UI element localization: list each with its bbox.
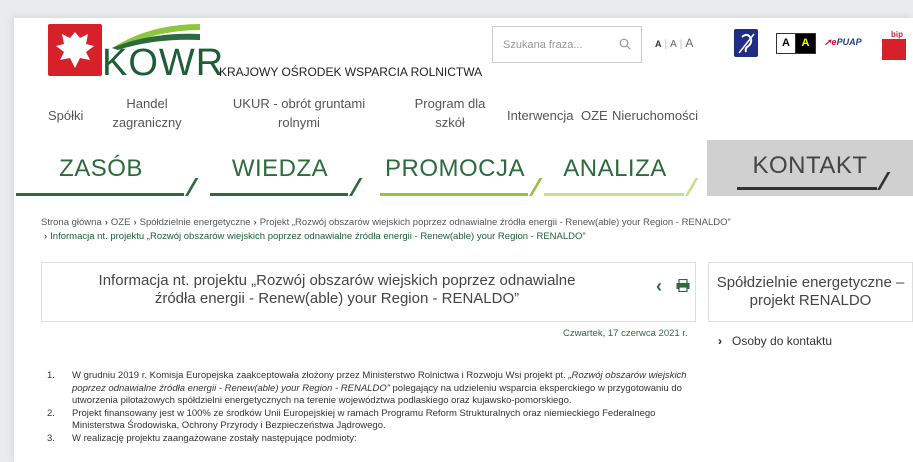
nav-item-interwencja[interactable]: Interwencja [507, 106, 573, 125]
tab-analiza-label: ANALIZA [563, 155, 667, 182]
chevron-right-icon: › [44, 231, 48, 242]
font-size-switcher: A | A | A [655, 36, 694, 50]
organization-name: KRAJOWY OŚRODEK WSPARCIA ROLNICTWA [219, 65, 483, 79]
bip-label: bip [882, 30, 906, 39]
tab-wiedza[interactable]: WIEDZA [210, 148, 363, 196]
tab-kontakt-label: KONTAKT [752, 152, 868, 179]
font-size-small[interactable]: A [655, 39, 662, 49]
tab-promocja-label: PROMOCJA [384, 155, 525, 182]
contrast-normal-button[interactable]: A [777, 34, 796, 53]
nav-item-program-dla-szkol[interactable]: Program dla szkół [408, 94, 492, 132]
nav-item-spolki[interactable]: Spółki [48, 106, 83, 125]
contrast-high-button[interactable]: A [796, 34, 815, 53]
search-box [492, 26, 642, 63]
back-arrow-icon[interactable]: ‹ [656, 276, 662, 297]
nav-item-nieruchomosci[interactable]: Nieruchomości [612, 106, 698, 125]
article-header: Informacja nt. projektu „Rozwój obszarów… [41, 262, 696, 322]
tab-promocja[interactable]: PROMOCJA [380, 148, 543, 196]
breadcrumb-spoldzielnie[interactable]: Spółdzielnie energetyczne [140, 217, 251, 228]
sidebar-link-label: Osoby do kontaktu [732, 334, 833, 348]
epuap-label: PUAP [836, 37, 862, 47]
chevron-right-icon: › [104, 217, 108, 228]
article-content: 1. W grudniu 2019 r. Komisja Europejska … [47, 370, 697, 446]
main-tabs: ZASÓB WIEDZA PROMOCJA ANALIZA KONTAKT [14, 140, 913, 208]
epuap-link[interactable]: ➚ePUAP [824, 37, 862, 48]
tab-zasob-label: ZASÓB [59, 155, 143, 182]
chevron-right-icon: › [133, 217, 137, 228]
font-size-large[interactable]: A [685, 36, 693, 50]
sidebar-link-osoby-do-kontaktu[interactable]: › Osoby do kontaktu [718, 334, 832, 348]
sidebar-title: Spółdzielnie energetyczne – projekt RENA… [708, 262, 913, 322]
article-title: Informacja nt. projektu „Rozwój obszarów… [98, 272, 576, 307]
tab-kontakt[interactable]: KONTAKT [707, 140, 913, 196]
breadcrumb: Strona główna › OZE › Spółdzielnie energetyc… [41, 216, 901, 244]
list-item: 3. W realizację projektu zaangażowane zo… [47, 432, 357, 444]
tab-analiza[interactable]: ANALIZA [544, 148, 699, 196]
tab-wiedza-label: WIEDZA [231, 155, 329, 182]
list-item: 1. W grudniu 2019 r. Komisja Europejska … [47, 370, 687, 407]
kowr-logo[interactable]: KOWR [102, 42, 224, 85]
hearing-assistance-icon[interactable] [734, 29, 758, 57]
breadcrumb-current: Informacja nt. projektu „Rozwój obszarów… [50, 231, 586, 242]
print-icon[interactable] [676, 279, 690, 292]
eagle-emblem-icon [48, 24, 102, 76]
breadcrumb-oze[interactable]: OZE [111, 217, 131, 228]
breadcrumb-home[interactable]: Strona główna [41, 217, 102, 228]
bip-link[interactable]: bip [882, 30, 906, 60]
epuap-arrow-icon: ➚ [824, 37, 832, 47]
search-input[interactable] [493, 27, 611, 62]
nav-item-oze[interactable]: OZE [581, 106, 608, 125]
font-size-medium[interactable]: A [670, 39, 677, 50]
list-item: 2. Projekt finansowany jest w 100% ze śr… [47, 407, 656, 432]
search-icon[interactable] [619, 38, 631, 50]
chevron-right-icon: › [253, 217, 257, 228]
breadcrumb-projekt[interactable]: Projekt „Rozwój obszarów wiejskich poprz… [260, 217, 731, 228]
contrast-switcher: A A [776, 33, 816, 54]
tab-zasob[interactable]: ZASÓB [16, 148, 199, 196]
nav-item-ukur[interactable]: UKUR - obrót gruntami rolnymi [224, 94, 374, 132]
article-date: Czwartek, 17 czerwca 2021 r. [563, 328, 688, 339]
chevron-right-icon: › [718, 334, 722, 348]
page: KOWR KRAJOWY OŚRODEK WSPARCIA ROLNICTWA … [14, 18, 913, 462]
nav-item-handel-zagraniczny[interactable]: Handel zagraniczny [104, 94, 190, 132]
